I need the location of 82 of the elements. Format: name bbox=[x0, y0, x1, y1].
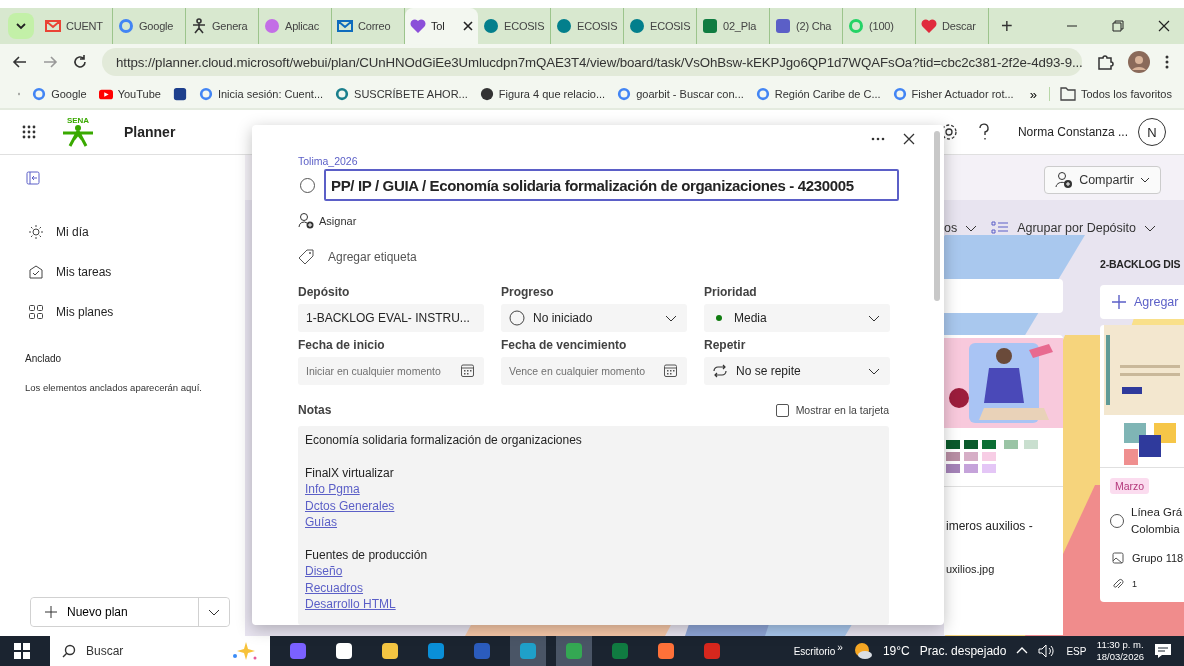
tab-title: Aplicac bbox=[285, 20, 321, 32]
tab-title: Google bbox=[139, 20, 175, 32]
search-icon bbox=[62, 644, 76, 658]
all-bookmarks-folder[interactable]: Todos los favoritos bbox=[1048, 87, 1172, 101]
url-text: https://planner.cloud.microsoft/webui/plan/CUnHNOdGiEe3Umlucdpn7mQAE3T4/view/board/task/VsOhBsw-kEKPJgo6QP1d7WQAFsOa?tid=cbc2c381-2f2e-4d93-9... bbox=[116, 54, 1083, 70]
bookmark[interactable]: SUSCRÍBETE AHOR... bbox=[335, 87, 468, 101]
checked-house-icon bbox=[28, 264, 44, 280]
empty-message: Los elementos anclados aparecerán aquí. bbox=[25, 382, 203, 393]
bookmark[interactable]: Figura 4 que relacio... bbox=[479, 87, 606, 101]
bookmark[interactable]: YouTube bbox=[98, 87, 161, 101]
speaker-icon[interactable] bbox=[1038, 644, 1057, 658]
ring-icon bbox=[892, 87, 907, 101]
close-icon[interactable] bbox=[903, 133, 915, 145]
tab-title: CUENT bbox=[66, 20, 104, 32]
weather-condition: Prac. despejado bbox=[919, 644, 1007, 658]
collapse-pane-icon[interactable] bbox=[26, 171, 40, 185]
tab-title: (100) bbox=[869, 20, 895, 32]
tab-search-button[interactable] bbox=[8, 13, 34, 39]
forward-icon[interactable] bbox=[42, 54, 58, 70]
browser-tab[interactable]: Tol bbox=[405, 8, 478, 44]
nav-item[interactable]: Mi día bbox=[28, 223, 245, 241]
bookmark[interactable]: Inicia sesión: Cuent... bbox=[198, 87, 324, 101]
section-heading: Anclado bbox=[25, 353, 63, 364]
help-icon[interactable] bbox=[977, 123, 990, 141]
restore-icon[interactable] bbox=[1112, 20, 1124, 32]
back-icon[interactable] bbox=[12, 54, 28, 70]
tab-title: (2) Cha bbox=[796, 20, 833, 32]
logo-text: SENA bbox=[66, 117, 90, 125]
ring-icon bbox=[617, 87, 632, 101]
envelope-icon bbox=[45, 18, 61, 34]
figure-logo-icon bbox=[60, 125, 96, 147]
close-icon[interactable] bbox=[463, 21, 473, 31]
tab-title: ECOSIS bbox=[504, 20, 545, 32]
bookmark[interactable]: Google bbox=[32, 87, 87, 101]
profile-avatar-icon[interactable] bbox=[1128, 51, 1150, 73]
heart-icon bbox=[921, 18, 937, 34]
more-toolbar-button[interactable]: » bbox=[837, 641, 843, 653]
moon-cloud-icon bbox=[852, 641, 873, 661]
address-bar[interactable]: https://planner.cloud.microsoft/webui/plan/CUnHNOdGiEe3Umlucdpn7mQAE3T4/view/board/task/VsOhBsw-kEKPJgo6QP1d7WQAFsOa?tid=cbc2c381-2f2e-4d93-9... bbox=[102, 48, 1082, 76]
heart-icon bbox=[410, 18, 426, 34]
figure-icon bbox=[191, 18, 207, 34]
notification-icon[interactable] bbox=[1154, 643, 1172, 659]
app-name: Planner bbox=[124, 124, 176, 140]
app-launcher-icon[interactable] bbox=[22, 125, 36, 139]
puzzle-icon[interactable] bbox=[1096, 53, 1114, 71]
new-plan-button[interactable]: Nuevo plan bbox=[31, 598, 199, 626]
windows-start-icon[interactable] bbox=[14, 643, 30, 659]
tab-title: ECOSIS bbox=[577, 20, 618, 32]
temperature: 19°C bbox=[882, 644, 910, 658]
ring-icon bbox=[118, 18, 134, 34]
tab-title: Genera bbox=[212, 20, 249, 32]
bookmark[interactable]: Fisher Actuador rot... bbox=[892, 87, 1014, 101]
bookmark[interactable]: Región Caribe de C... bbox=[755, 87, 881, 101]
tab-title: ECOSIS bbox=[650, 20, 691, 32]
bookmark[interactable]: goarbit - Buscar con... bbox=[617, 87, 744, 101]
play-icon bbox=[98, 87, 113, 101]
sun-icon bbox=[28, 224, 44, 240]
tab-title: 02_Pla bbox=[723, 20, 758, 32]
reload-icon[interactable] bbox=[72, 54, 88, 70]
envelope-icon bbox=[337, 18, 353, 34]
more-vertical-icon[interactable] bbox=[1164, 54, 1170, 70]
ring-icon bbox=[198, 87, 213, 101]
chevron-down-icon bbox=[15, 20, 27, 32]
tab-title: Descar bbox=[942, 20, 977, 32]
close-icon[interactable] bbox=[1158, 20, 1170, 32]
new-tab-button[interactable]: + bbox=[995, 14, 1019, 38]
clock[interactable]: 11:30 p. m. 18/03/2026 bbox=[1096, 639, 1144, 663]
plus-icon bbox=[45, 606, 57, 618]
language-indicator[interactable]: ESP bbox=[1066, 645, 1087, 657]
more-bookmarks-button[interactable]: » bbox=[1029, 86, 1037, 102]
grid-icon bbox=[28, 304, 44, 320]
more-options-icon[interactable] bbox=[871, 137, 885, 141]
taskbar-search-field[interactable]: Buscar bbox=[50, 636, 270, 666]
nav-item[interactable]: Mis planes bbox=[28, 303, 245, 321]
ring-icon bbox=[32, 87, 47, 101]
desktop-toolbar-label[interactable]: Escritorio bbox=[793, 645, 836, 657]
tab-title: Tol bbox=[431, 20, 446, 32]
user-name[interactable]: Norma Constanza ... bbox=[1017, 125, 1128, 139]
tab-title: Correo bbox=[358, 20, 392, 32]
sparkle-icon bbox=[230, 641, 258, 661]
ring-icon bbox=[755, 87, 770, 101]
nav-item[interactable]: Mis tareas bbox=[28, 263, 245, 281]
